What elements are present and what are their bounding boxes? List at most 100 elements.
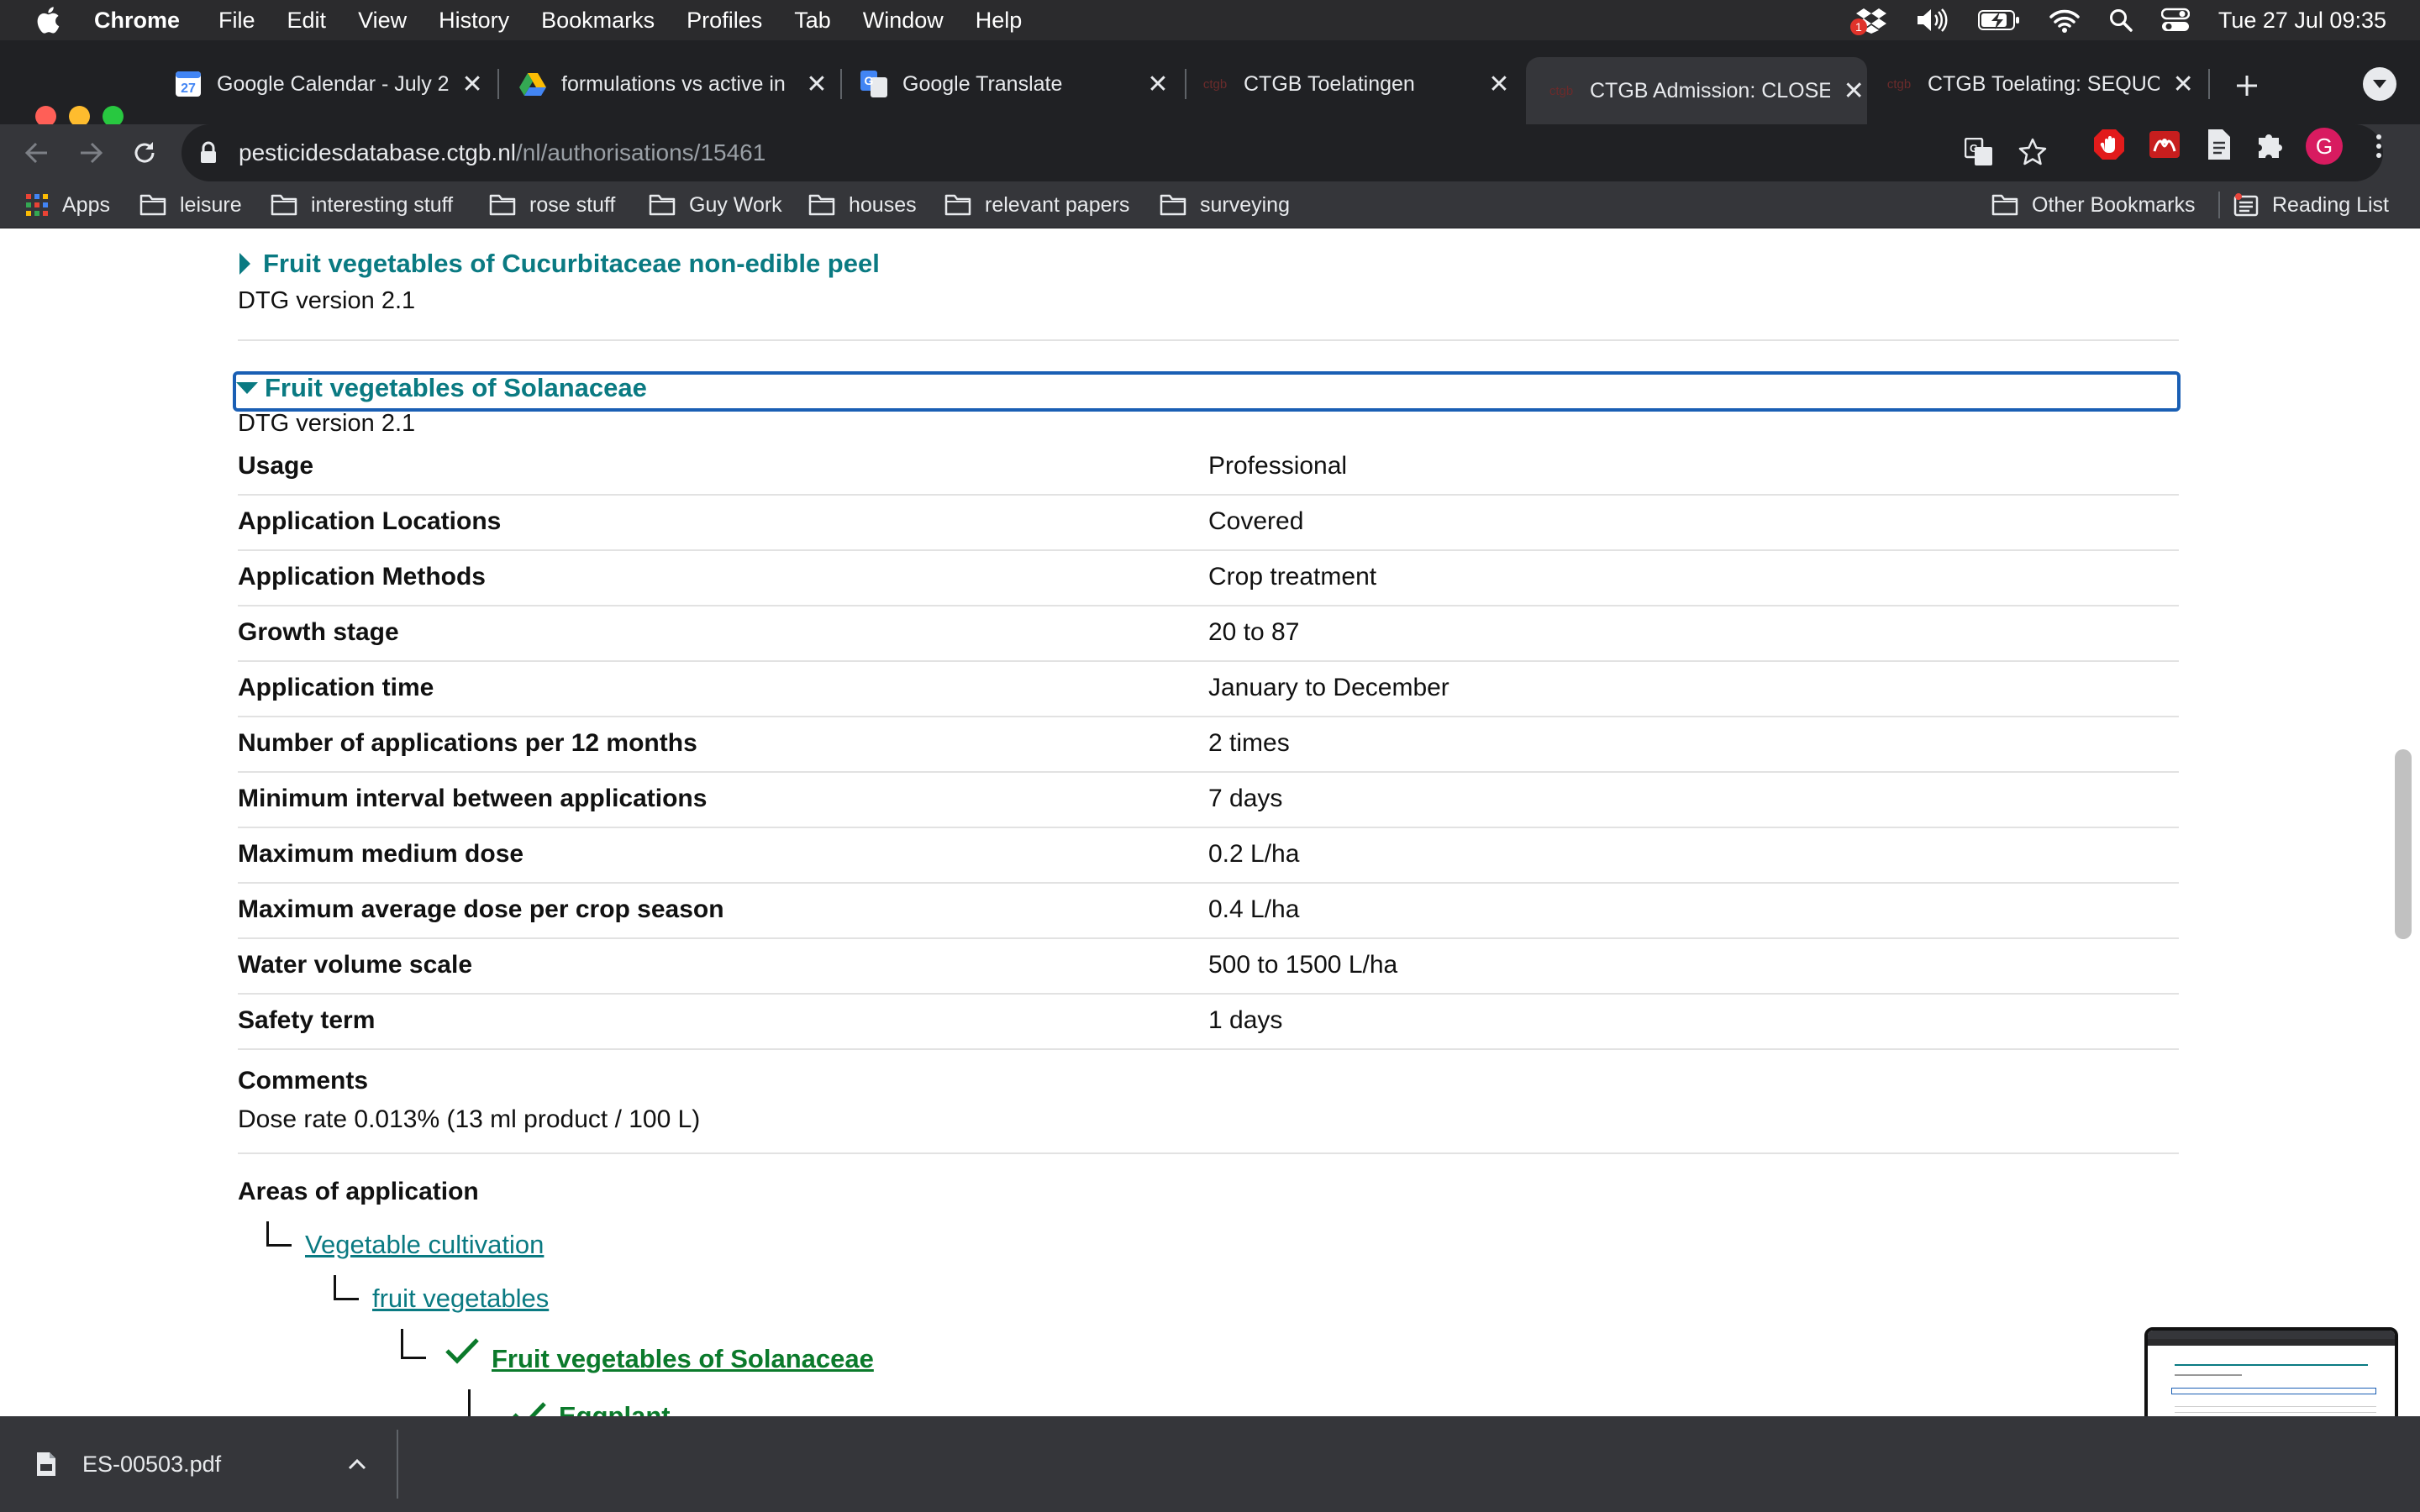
extension-adblock-icon[interactable] [2092, 128, 2126, 161]
lock-icon[interactable] [200, 141, 217, 169]
google-drive-icon [519, 71, 546, 97]
folder-icon [489, 194, 516, 216]
bookmark-folder-leisure[interactable]: leisure [139, 181, 242, 228]
detail-row-application-locations: Application Locations Covered [238, 496, 2179, 551]
tab-title: Google Translate [902, 71, 1063, 96]
bookmark-label: surveying [1200, 192, 1290, 217]
tab-separator [497, 69, 499, 99]
extension-document-icon[interactable] [2202, 128, 2235, 161]
bookmark-apps[interactable]: Apps [25, 181, 110, 228]
reload-button[interactable] [126, 134, 163, 171]
tree-link-fruit-vegetables[interactable]: fruit vegetables [372, 1284, 549, 1314]
bookmark-folder-surveying[interactable]: surveying [1160, 181, 1290, 228]
chrome-menu-button[interactable] [2366, 128, 2391, 165]
tab-google-drive[interactable]: formulations vs active in ✕ [519, 57, 830, 111]
back-button[interactable] [18, 134, 55, 171]
menu-bookmarks[interactable]: Bookmarks [541, 8, 655, 34]
download-item[interactable]: ES-00503.pdf [0, 1416, 397, 1512]
google-translate-icon: G [860, 71, 887, 97]
tab-close-icon[interactable]: ✕ [459, 70, 486, 99]
bookmark-label: Reading List [2272, 192, 2389, 217]
ctgb-icon: ctgb [1886, 76, 1912, 92]
detail-row-application-time: Application time January to December [238, 662, 2179, 717]
menu-edit[interactable]: Edit [287, 8, 327, 34]
spotlight-search-icon[interactable] [2109, 8, 2133, 32]
menu-bar-status-area: 1 Tue 27 Jul 09:35 [1849, 0, 2420, 40]
tree-link-eggplant[interactable]: Eggplant [559, 1401, 671, 1416]
tab-title: Google Calendar - July 2 [217, 71, 450, 96]
reload-icon [134, 142, 155, 163]
forward-button[interactable] [72, 134, 109, 171]
ctgb-icon: ctgb [1202, 76, 1228, 92]
menu-window[interactable]: Window [863, 8, 944, 34]
menu-view[interactable]: View [358, 8, 407, 34]
tab-close-icon[interactable]: ✕ [803, 70, 830, 99]
section-header-cucurbitaceae[interactable]: Fruit vegetables of Cucurbitaceae non-ed… [238, 249, 880, 279]
url-path: /nl/authorisations/15461 [516, 139, 766, 165]
download-file-name: ES-00503.pdf [82, 1451, 222, 1477]
tab-ctgb-toelating-sequoia[interactable]: ctgb CTGB Toelating: SEQUO ✕ [1886, 57, 2196, 111]
control-center-icon[interactable] [2160, 8, 2190, 33]
bookmark-folder-interesting-stuff[interactable]: interesting stuff [271, 181, 453, 228]
address-bar-url[interactable]: pesticidesdatabase.ctgb.nl/nl/authorisat… [239, 128, 765, 178]
detail-value: 2 times [1208, 729, 1290, 757]
menu-profiles[interactable]: Profiles [687, 8, 762, 34]
page-scrollbar-thumb[interactable] [2395, 749, 2412, 939]
wifi-icon[interactable] [2049, 8, 2081, 33]
menu-app-name[interactable]: Chrome [94, 8, 180, 34]
volume-icon[interactable] [1916, 8, 1949, 33]
menu-bar-clock[interactable]: Tue 27 Jul 09:35 [2218, 8, 2386, 34]
tab-google-calendar[interactable]: 27 Google Calendar - July 2 ✕ [175, 57, 486, 111]
tab-google-translate[interactable]: G Google Translate ✕ [860, 57, 1171, 111]
folder-icon [139, 194, 166, 216]
bookmark-folder-other-bookmarks[interactable]: Other Bookmarks [1991, 181, 2196, 228]
dropbox-icon[interactable]: 1 [1849, 7, 1887, 35]
menu-file[interactable]: File [218, 8, 255, 34]
plus-icon [2237, 76, 2257, 96]
bookmark-folder-rose-stuff[interactable]: rose stuff [489, 181, 615, 228]
new-tab-button[interactable] [2228, 67, 2265, 104]
tab-separator [2208, 69, 2210, 99]
apple-logo-icon[interactable] [35, 6, 60, 34]
comments-label: Comments [238, 1067, 369, 1095]
section-header-solanaceae[interactable]: Fruit vegetables of Solanaceae [236, 373, 647, 403]
translate-page-icon[interactable]: G [1964, 137, 1993, 171]
tab-close-icon[interactable]: ✕ [1486, 70, 1512, 99]
tree-link-fruit-vegetables-solanaceae[interactable]: Fruit vegetables of Solanaceae [492, 1344, 874, 1374]
profile-avatar[interactable]: G [2306, 128, 2343, 165]
menu-history[interactable]: History [439, 8, 509, 34]
tree-connector [401, 1329, 426, 1359]
bookmark-label: leisure [180, 192, 242, 217]
battery-icon[interactable] [1977, 9, 2020, 31]
extensions-puzzle-icon[interactable] [2254, 128, 2287, 161]
arrow-left-icon [24, 142, 47, 164]
bookmark-folder-guy-work[interactable]: Guy Work [649, 181, 782, 228]
tab-ctgb-admission-active[interactable]: ctgb CTGB Admission: CLOSE ✕ [1526, 57, 1867, 124]
tree-link-vegetable-cultivation[interactable]: Vegetable cultivation [305, 1230, 544, 1260]
menu-help[interactable]: Help [976, 8, 1023, 34]
detail-value: Covered [1208, 507, 1304, 535]
menu-tab[interactable]: Tab [794, 8, 831, 34]
web-page-viewport: Fruit vegetables of Cucurbitaceae non-ed… [0, 228, 2420, 1416]
detail-value: 0.4 L/ha [1208, 895, 1300, 923]
arrow-right-icon [81, 142, 103, 164]
tab-close-icon[interactable]: ✕ [1144, 70, 1171, 99]
detail-row-growth-stage: Growth stage 20 to 87 [238, 606, 2179, 662]
bookmark-label: interesting stuff [311, 192, 454, 217]
bookmarks-divider [2218, 192, 2220, 218]
bookmark-folder-houses[interactable]: houses [808, 181, 917, 228]
tab-close-icon[interactable]: ✕ [2170, 70, 2196, 99]
notification-badge: 1 [1849, 18, 1867, 35]
detail-value: Crop treatment [1208, 563, 1377, 591]
tab-search-button[interactable] [2363, 67, 2396, 101]
tab-ctgb-toelatingen[interactable]: ctgb CTGB Toelatingen ✕ [1202, 57, 1512, 111]
extension-mendeley-icon[interactable] [2148, 128, 2181, 161]
reading-list-button[interactable]: Reading List [2233, 181, 2389, 228]
section-title: Fruit vegetables of Cucurbitaceae non-ed… [263, 249, 880, 278]
bookmark-star-icon[interactable] [2018, 138, 2047, 171]
detail-row-application-methods: Application Methods Crop treatment [238, 551, 2179, 606]
chevron-up-icon[interactable] [348, 1458, 366, 1470]
svg-text:G: G [1970, 142, 1978, 155]
tab-close-icon[interactable]: ✕ [1840, 76, 1867, 106]
bookmark-folder-relevant-papers[interactable]: relevant papers [944, 181, 1129, 228]
